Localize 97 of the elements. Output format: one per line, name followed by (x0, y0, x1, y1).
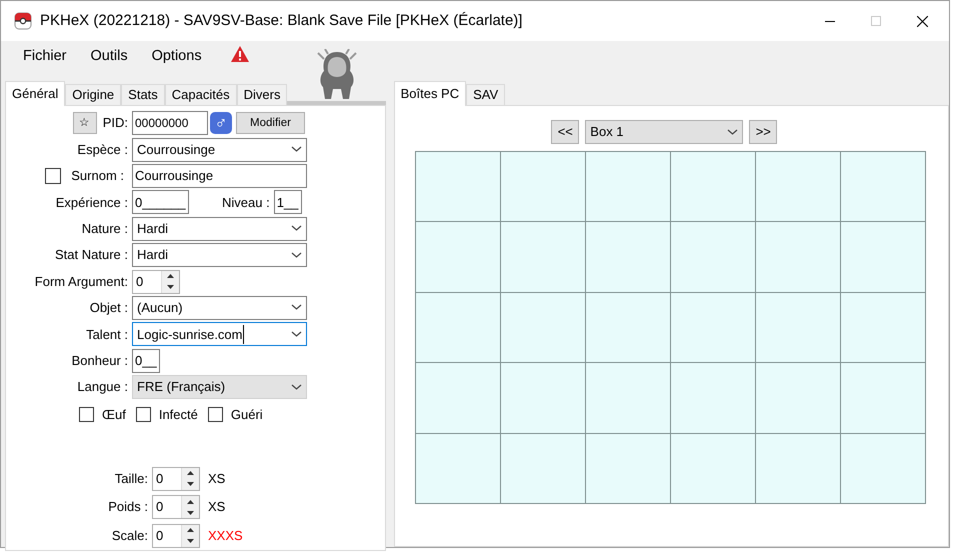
box-slot[interactable] (670, 221, 756, 293)
size-rating: XS (208, 470, 226, 488)
checkbox[interactable] (208, 406, 223, 422)
box-slot[interactable] (840, 292, 926, 364)
box-slot[interactable] (414, 221, 501, 293)
dropdown[interactable]: Hardi (132, 243, 307, 268)
box-slot[interactable] (584, 221, 671, 293)
box-slot[interactable] (754, 151, 841, 222)
box-slot[interactable] (500, 292, 586, 364)
tab[interactable]: Boîtes PC (394, 81, 466, 106)
box-slot[interactable] (414, 362, 501, 434)
box-slot[interactable] (670, 362, 756, 434)
box-slot[interactable] (840, 221, 926, 293)
menu-item[interactable]: Fichier (11, 46, 79, 68)
box-slot[interactable] (754, 292, 841, 364)
close-icon (916, 16, 928, 26)
menu-item[interactable]: Options (140, 46, 214, 68)
checkbox[interactable] (136, 406, 151, 422)
field-label: Taille: (114, 470, 149, 488)
box-slot[interactable] (584, 362, 671, 434)
number-field[interactable]: 0 (152, 466, 200, 491)
box-slot[interactable] (414, 292, 501, 364)
field-label: Surnom : (71, 167, 125, 186)
box-slot[interactable] (670, 292, 756, 364)
box-slot[interactable] (754, 362, 841, 434)
gender-button[interactable]: ♂ (210, 112, 232, 134)
checkbox[interactable] (45, 168, 62, 184)
number-field[interactable]: 0 (152, 495, 200, 520)
box-slot[interactable] (670, 151, 756, 222)
size-rating: XS (208, 498, 226, 516)
box-slot[interactable] (584, 432, 671, 504)
number-field[interactable]: 0 (132, 270, 180, 294)
previous-box-button[interactable]: << (551, 120, 580, 144)
field-label: Nature : (80, 220, 129, 238)
box-slot[interactable] (840, 432, 926, 504)
spin-up-icon[interactable] (187, 528, 194, 532)
maximize-icon (871, 16, 881, 26)
field-label: Bonheur : (70, 352, 129, 370)
box-slot[interactable] (414, 432, 501, 504)
checkbox-label: Infecté (158, 406, 198, 424)
text-field[interactable]: 0__ (132, 348, 160, 373)
text-field[interactable]: 1__ (274, 190, 302, 214)
spin-down-icon[interactable] (187, 510, 194, 515)
field-label: Scale: (110, 526, 149, 545)
tab[interactable]: Capacités (164, 84, 237, 105)
field-label: Niveau : (222, 194, 270, 212)
spin-down-icon[interactable] (167, 285, 174, 290)
text-field[interactable]: Courrousinge (132, 164, 307, 188)
box-slot[interactable] (414, 151, 501, 222)
favorite-button[interactable]: ☆ (72, 112, 97, 134)
box-slot[interactable] (840, 362, 926, 434)
field-label: Espèce : (76, 140, 129, 159)
box-slot[interactable] (754, 432, 841, 504)
checkbox[interactable] (79, 406, 94, 422)
size-rating: XXXS (208, 526, 243, 545)
dropdown[interactable]: (Aucun) (132, 296, 307, 320)
box-slot[interactable] (584, 292, 671, 364)
spin-down-icon[interactable] (187, 482, 194, 486)
tab[interactable]: Général (5, 81, 66, 106)
number-field[interactable]: 0 (152, 524, 200, 548)
tab[interactable]: Divers (236, 84, 288, 105)
field-label: Poids : (107, 498, 149, 516)
box-slot[interactable] (500, 151, 586, 222)
field-label: Stat Nature : (54, 246, 129, 264)
tab[interactable]: Origine (65, 84, 122, 105)
warning-icon[interactable] (230, 45, 250, 63)
box-dropdown[interactable]: Box 1 (585, 120, 744, 144)
spin-up-icon[interactable] (187, 500, 194, 504)
field-label: Expérience : (54, 194, 129, 212)
box-slot[interactable] (500, 362, 586, 434)
dropdown[interactable]: Logic-sunrise.com (132, 322, 307, 346)
next-box-button[interactable]: >> (749, 120, 778, 144)
box-slot[interactable] (584, 151, 671, 222)
window-title: PKHeX (20221218) - SAV9SV-Base: Blank Save File [PKHeX (Écarlate)] (40, 10, 522, 31)
menu-item[interactable]: Outils (78, 46, 140, 68)
field-label: Langue : (76, 378, 129, 396)
box-slot[interactable] (670, 432, 756, 504)
spin-up-icon[interactable] (187, 471, 194, 476)
modify-button[interactable]: Modifier (236, 112, 305, 134)
checkbox-label: Œuf (102, 406, 126, 424)
pid-field[interactable]: 00000000 (132, 111, 208, 136)
dropdown[interactable]: Courrousinge (132, 138, 307, 162)
spin-down-icon[interactable] (187, 539, 194, 544)
checkbox-label: Guéri (230, 406, 263, 424)
text-field[interactable]: 0______ (132, 190, 189, 214)
field-label: PID: (102, 114, 128, 132)
tab[interactable]: Stats (121, 84, 165, 105)
field-label: Talent : (85, 326, 129, 344)
box-slot[interactable] (500, 221, 586, 293)
tab[interactable]: SAV (466, 84, 506, 105)
field-label: Form Argument: (34, 272, 129, 291)
field-label: Objet : (88, 299, 129, 318)
dropdown[interactable]: Hardi (132, 216, 307, 241)
box-slot[interactable] (500, 432, 586, 504)
box-slot[interactable] (754, 221, 841, 293)
spin-up-icon[interactable] (167, 274, 174, 278)
box-slot[interactable] (840, 151, 926, 222)
